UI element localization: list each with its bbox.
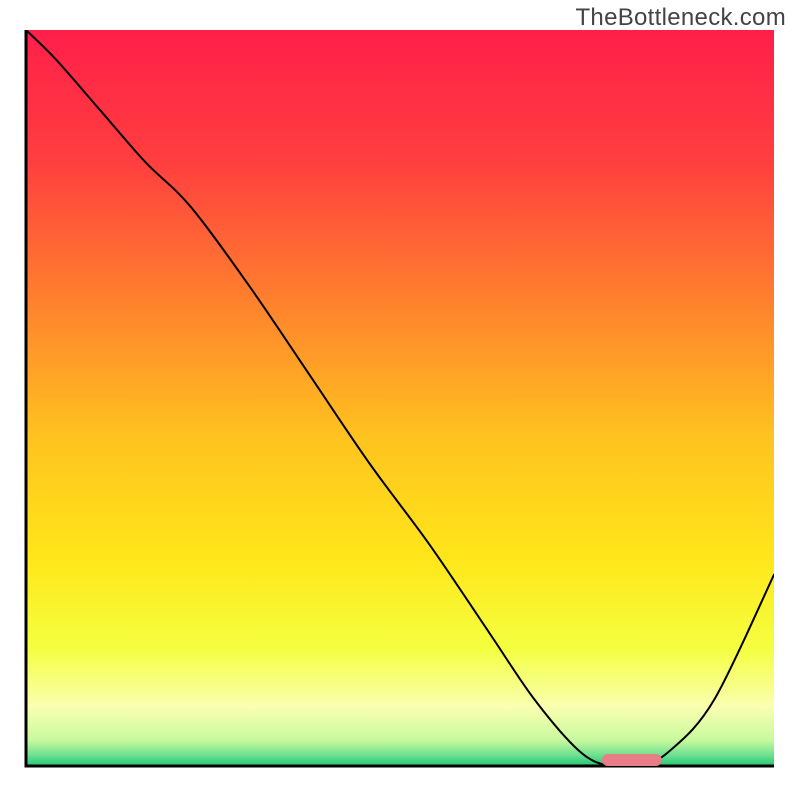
chart-container: TheBottleneck.com [0,0,800,800]
plot-background [26,30,774,766]
chart-svg [0,0,800,800]
optimal-marker [602,754,662,766]
watermark-text: TheBottleneck.com [575,4,786,32]
